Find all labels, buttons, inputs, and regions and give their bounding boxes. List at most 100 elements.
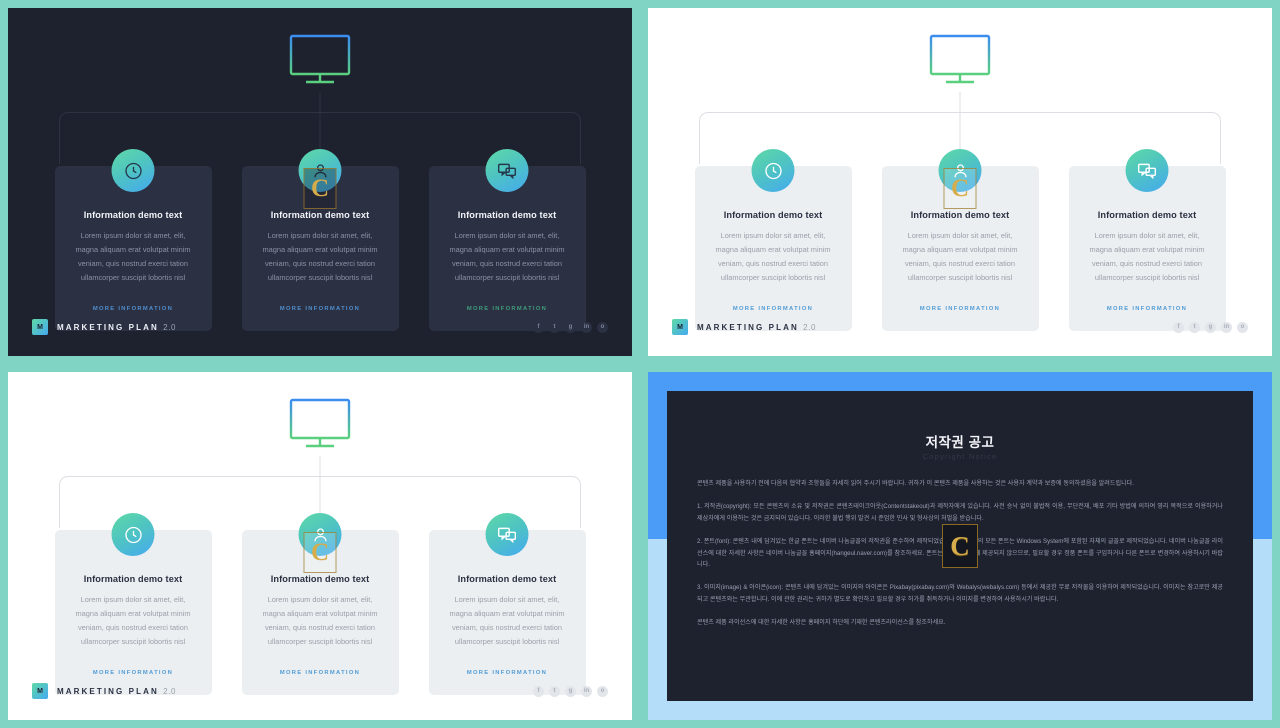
brand-name: MARKETING PLAN: [57, 322, 159, 332]
instagram-icon[interactable]: o: [597, 321, 608, 333]
copyright-title: 저작권 공고: [925, 435, 995, 450]
twitter-icon[interactable]: t: [1189, 321, 1200, 333]
card-title: Information demo text: [270, 574, 370, 584]
more-information-link[interactable]: MORE INFORMATION: [280, 670, 360, 676]
brand: M MARKETING PLAN 2.0: [32, 683, 176, 699]
info-card-1[interactable]: Information demo text Lorem ipsum dolor …: [54, 513, 212, 696]
facebook-icon[interactable]: f: [1173, 321, 1184, 333]
connector-vertical-top: [319, 456, 321, 478]
instagram-icon[interactable]: o: [597, 685, 608, 697]
copyright-paragraph-1: 1. 저작권(copyright): 모든 콘텐츠의 소유 및 저작권은 콘텐츠…: [697, 502, 1223, 522]
info-card-1[interactable]: Information demo text Lorem ipsum dolor …: [694, 149, 852, 332]
info-card-1[interactable]: Information demo text Lorem ipsum dolor …: [54, 149, 212, 332]
panel-top-right: Information demo text Lorem ipsum dolor …: [640, 0, 1280, 364]
card-title: Information demo text: [910, 210, 1010, 220]
info-card-3[interactable]: Information demo text Lorem ipsum dolor …: [428, 513, 586, 696]
brand: M MARKETING PLAN 2.0: [32, 319, 176, 335]
copyright-paragraph-outro: 콘텐츠 제품 라이선스에 대한 자세한 사항은 홈페이지 하단에 기재한 콘텐츠…: [697, 619, 946, 626]
card-body: Lorem ipsum dolor sit amet, elit, magna …: [75, 595, 191, 647]
copyright-paragraph-intro: 콘텐츠 제품을 사용하기 전에 다음의 협약과 조항들을 자세히 읽어 주시기 …: [697, 480, 1134, 487]
card-title: Information demo text: [83, 574, 183, 584]
brand-version: 2.0: [163, 686, 177, 696]
monitor-icon: [289, 34, 351, 91]
info-card-2[interactable]: C Information demo text Lorem ipsum dolo…: [241, 149, 399, 332]
more-information-link[interactable]: MORE INFORMATION: [733, 306, 813, 312]
more-information-link[interactable]: MORE INFORMATION: [467, 670, 547, 676]
card-title: Information demo text: [270, 210, 370, 220]
card-body: Lorem ipsum dolor sit amet, elit, magna …: [902, 231, 1018, 283]
screenshot-stage: Information demo text Lorem ipsum dolor …: [0, 0, 1280, 728]
brand-version: 2.0: [803, 322, 817, 332]
brand: M MARKETING PLAN 2.0: [672, 319, 816, 335]
info-card-2[interactable]: C Information demo text Lorem ipsum dolo…: [241, 513, 399, 696]
card-body: Lorem ipsum dolor sit amet, elit, magna …: [262, 231, 378, 283]
more-information-link[interactable]: MORE INFORMATION: [93, 670, 173, 676]
copyright-watermark: C: [942, 524, 978, 568]
googleplus-icon[interactable]: g: [565, 685, 576, 697]
card-title: Information demo text: [723, 210, 823, 220]
panel-bottom-left: Information demo text Lorem ipsum dolor …: [0, 364, 640, 728]
facebook-icon[interactable]: f: [533, 321, 544, 333]
infographic: Information demo text Lorem ipsum dolor …: [8, 8, 632, 356]
linkedin-icon[interactable]: in: [581, 685, 592, 697]
infographic: Information demo text Lorem ipsum dolor …: [648, 8, 1272, 356]
linkedin-icon[interactable]: in: [1221, 321, 1232, 333]
social-links: f t g in o: [533, 685, 608, 697]
social-links: f t g in o: [1173, 321, 1248, 333]
card-body: Lorem ipsum dolor sit amet, elit, magna …: [449, 231, 565, 283]
clock-icon: [751, 149, 795, 192]
copyright-paragraph-3: 3. 이미지(image) & 아이콘(icon): 콘텐츠 내에 담겨있는 이…: [697, 584, 1223, 604]
slide-light-1: Information demo text Lorem ipsum dolor …: [648, 8, 1272, 356]
twitter-icon[interactable]: t: [549, 685, 560, 697]
brand-text: MARKETING PLAN 2.0: [697, 323, 816, 332]
card-body: Lorem ipsum dolor sit amet, elit, magna …: [75, 231, 191, 283]
googleplus-icon[interactable]: g: [1205, 321, 1216, 333]
brand-text: MARKETING PLAN 2.0: [57, 687, 176, 696]
brand-version: 2.0: [163, 322, 177, 332]
copyright-card: 저작권 공고 Copyright Notice 콘텐츠 제품을 사용하기 전에 …: [667, 391, 1253, 701]
info-card-2[interactable]: C Information demo text Lorem ipsum dolo…: [881, 149, 1039, 332]
panel-bottom-right: 저작권 공고 Copyright Notice 콘텐츠 제품을 사용하기 전에 …: [640, 364, 1280, 728]
logo-mark: M: [32, 319, 48, 335]
chat-icon: [1125, 149, 1169, 192]
brand-name: MARKETING PLAN: [697, 322, 799, 332]
more-information-link[interactable]: MORE INFORMATION: [920, 306, 1000, 312]
info-card-3[interactable]: Information demo text Lorem ipsum dolor …: [1068, 149, 1226, 332]
googleplus-icon[interactable]: g: [565, 321, 576, 333]
info-card-3[interactable]: Information demo text Lorem ipsum dolor …: [428, 149, 586, 332]
brand-name: MARKETING PLAN: [57, 686, 159, 696]
card-body: Lorem ipsum dolor sit amet, elit, magna …: [449, 595, 565, 647]
slide-light-2: Information demo text Lorem ipsum dolor …: [8, 372, 632, 720]
logo-mark: M: [672, 319, 688, 335]
more-information-link[interactable]: MORE INFORMATION: [1107, 306, 1187, 312]
twitter-icon[interactable]: t: [549, 321, 560, 333]
copyright-subtitle: Copyright Notice: [922, 452, 998, 461]
connector-vertical-top: [319, 92, 321, 114]
card-body: Lorem ipsum dolor sit amet, elit, magna …: [262, 595, 378, 647]
card-body: Lorem ipsum dolor sit amet, elit, magna …: [1089, 231, 1205, 283]
facebook-icon[interactable]: f: [533, 685, 544, 697]
card-title: Information demo text: [83, 210, 183, 220]
card-title: Information demo text: [457, 210, 557, 220]
monitor-icon: [289, 398, 351, 455]
more-information-link[interactable]: MORE INFORMATION: [93, 306, 173, 312]
social-links: f t g in o: [533, 321, 608, 333]
more-information-link[interactable]: MORE INFORMATION: [467, 306, 547, 312]
card-list: Information demo text Lorem ipsum dolor …: [8, 513, 632, 696]
clock-icon: [111, 149, 155, 192]
slide-footer: M MARKETING PLAN 2.0 f t g in o: [32, 682, 608, 700]
card-body: Lorem ipsum dolor sit amet, elit, magna …: [715, 231, 831, 283]
slide-copyright: 저작권 공고 Copyright Notice 콘텐츠 제품을 사용하기 전에 …: [648, 372, 1272, 720]
connector-vertical-top: [959, 92, 961, 114]
chat-icon: [485, 149, 529, 192]
user-icon: [298, 149, 342, 192]
card-title: Information demo text: [1097, 210, 1197, 220]
logo-mark: M: [32, 683, 48, 699]
instagram-icon[interactable]: o: [1237, 321, 1248, 333]
infographic: Information demo text Lorem ipsum dolor …: [8, 372, 632, 720]
slide-footer: M MARKETING PLAN 2.0 f t g in o: [32, 318, 608, 336]
linkedin-icon[interactable]: in: [581, 321, 592, 333]
panel-top-left: Information demo text Lorem ipsum dolor …: [0, 0, 640, 364]
slide-dark-1: Information demo text Lorem ipsum dolor …: [8, 8, 632, 356]
more-information-link[interactable]: MORE INFORMATION: [280, 306, 360, 312]
